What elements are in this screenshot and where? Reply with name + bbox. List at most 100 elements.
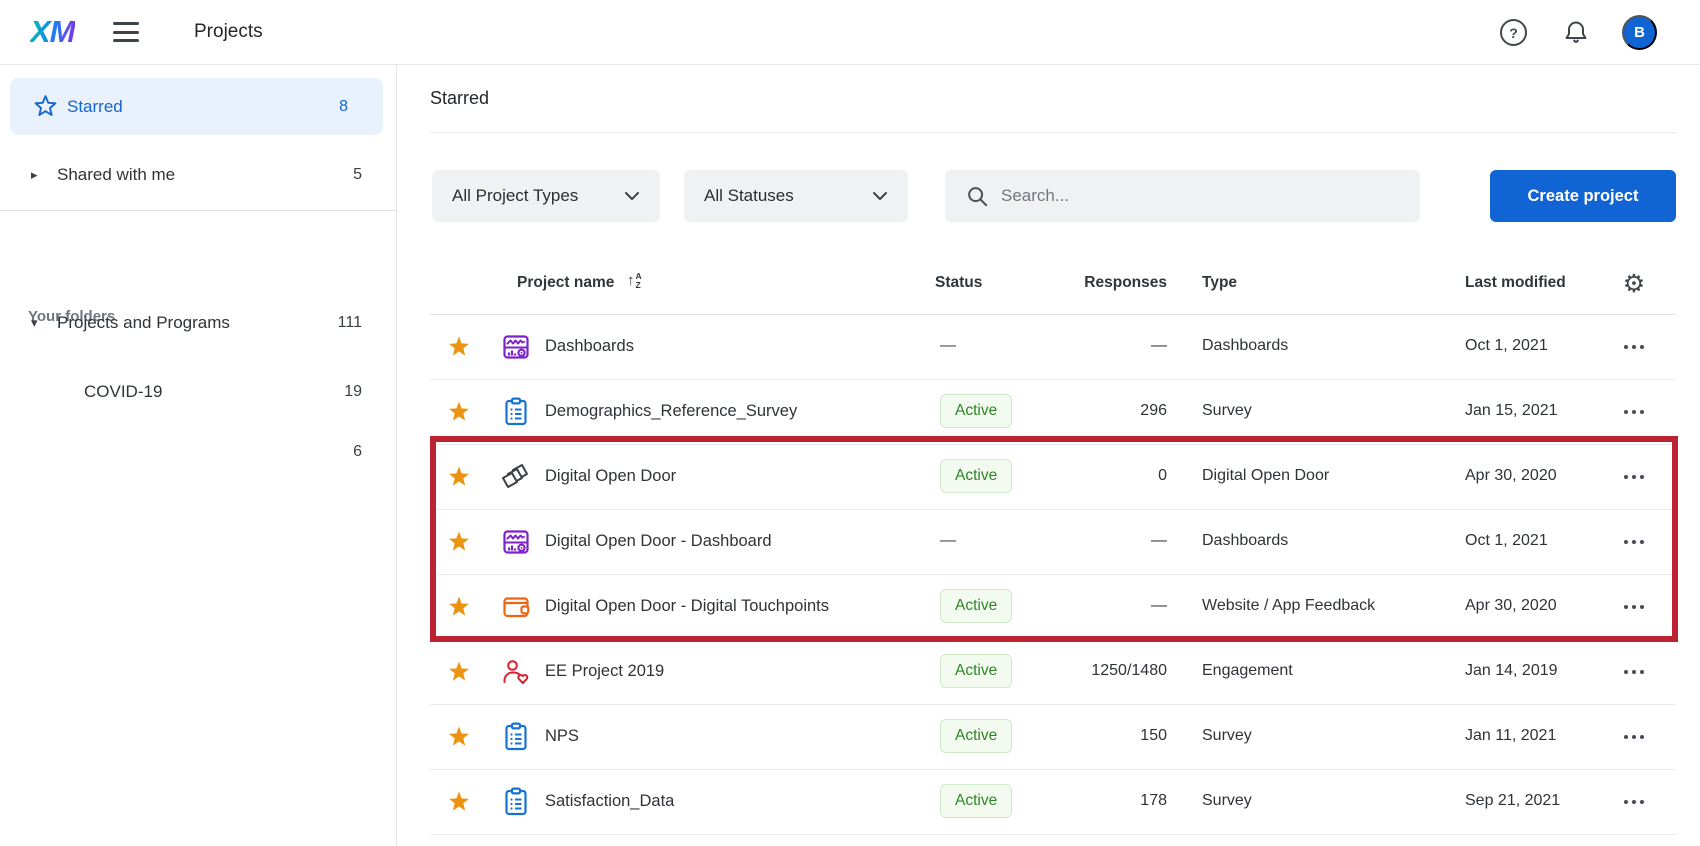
- survey-icon: [500, 786, 532, 818]
- responses-value: 178: [1040, 792, 1167, 810]
- sidebar-folder-projects-and-programs[interactable]: ▾ Projects and Programs 111: [0, 294, 397, 352]
- star-filled-icon: [448, 401, 470, 422]
- sidebar-item-count: 8: [339, 98, 348, 116]
- star-filled-icon: [448, 791, 470, 812]
- project-name-link[interactable]: Digital Open Door - Dashboard: [545, 532, 772, 551]
- row-actions-menu-button[interactable]: [1612, 335, 1656, 359]
- project-name-link[interactable]: NPS: [545, 727, 579, 746]
- star-icon[interactable]: [448, 791, 470, 813]
- type-value: Dashboards: [1202, 337, 1288, 355]
- project-type-icon: [500, 656, 532, 688]
- chevron-down-icon: [872, 190, 888, 202]
- hamburger-menu-button[interactable]: [112, 18, 140, 46]
- type-value: Survey: [1202, 402, 1252, 420]
- row-actions-menu-button[interactable]: [1612, 465, 1656, 489]
- project-type-icon: [500, 526, 532, 558]
- table-settings-gear-icon[interactable]: ⚙: [1618, 268, 1650, 300]
- responses-value: —: [1040, 337, 1167, 355]
- search-input[interactable]: [1001, 170, 1406, 222]
- column-header-responses[interactable]: Responses: [1040, 274, 1167, 292]
- status-filter-dropdown[interactable]: All Statuses: [684, 170, 908, 222]
- last-modified-value: Sep 21, 2021: [1465, 792, 1560, 810]
- last-modified-value: Jan 11, 2021: [1465, 727, 1556, 745]
- star-icon[interactable]: [448, 531, 470, 553]
- type-value: Dashboards: [1202, 532, 1288, 550]
- chevron-down-icon: [624, 190, 640, 202]
- status-filter-label: All Statuses: [704, 186, 794, 206]
- row-actions-menu-button[interactable]: [1612, 530, 1656, 554]
- sort-az-icon[interactable]: ↑AZ: [627, 272, 642, 290]
- project-type-icon: [500, 591, 532, 623]
- folder-count: 6: [353, 443, 362, 461]
- type-value: Engagement: [1202, 662, 1293, 680]
- engagement-icon: [500, 656, 532, 688]
- website-feedback-icon: [500, 591, 532, 623]
- star-filled-icon: [448, 466, 470, 487]
- sidebar-item-shared-with-me[interactable]: ▸ Shared with me 5: [0, 146, 397, 204]
- user-avatar[interactable]: B: [1622, 15, 1657, 50]
- responses-value: 296: [1040, 402, 1167, 420]
- project-name-link[interactable]: Digital Open Door - Digital Touchpoints: [545, 597, 829, 616]
- digital-open-door-icon: [500, 461, 532, 493]
- status-badge: Active: [940, 459, 1012, 493]
- sidebar-folder-covid-19[interactable]: COVID-19 19: [0, 363, 397, 421]
- row-actions-menu-button[interactable]: [1612, 790, 1656, 814]
- row-actions-menu-button[interactable]: [1612, 725, 1656, 749]
- survey-icon: [500, 721, 532, 753]
- type-value: Digital Open Door: [1202, 467, 1329, 485]
- responses-value: 150: [1040, 727, 1167, 745]
- star-filled-icon: [448, 336, 470, 357]
- row-actions-menu-button[interactable]: [1612, 660, 1656, 684]
- sidebar-folder-unnamed[interactable]: 6: [0, 423, 397, 481]
- row-actions-menu-button[interactable]: [1612, 400, 1656, 424]
- star-filled-icon: [448, 661, 470, 682]
- column-header-last-modified[interactable]: Last modified: [1465, 274, 1566, 292]
- last-modified-value: Jan 15, 2021: [1465, 402, 1558, 420]
- folder-count: 111: [338, 314, 362, 332]
- divider: [430, 132, 1676, 133]
- last-modified-value: Apr 30, 2020: [1465, 467, 1557, 485]
- star-icon[interactable]: [448, 401, 470, 423]
- project-type-icon: [500, 721, 532, 753]
- topbar: XM Projects ? B: [0, 0, 1700, 65]
- project-type-filter-dropdown[interactable]: All Project Types: [432, 170, 660, 222]
- responses-value: 0: [1040, 467, 1167, 485]
- star-icon[interactable]: [448, 661, 470, 683]
- responses-value: —: [1040, 597, 1167, 615]
- dashboard-icon: [500, 331, 532, 363]
- xm-logo[interactable]: XM: [30, 14, 75, 50]
- project-type-icon: [500, 331, 532, 363]
- survey-icon: [500, 396, 532, 428]
- last-modified-value: Oct 1, 2021: [1465, 532, 1548, 550]
- projects-page: XM Projects ? B Starred 8 ▸ Shared with …: [0, 0, 1700, 846]
- chevron-right-icon[interactable]: ▸: [31, 167, 38, 183]
- type-value: Survey: [1202, 727, 1252, 745]
- row-actions-menu-button[interactable]: [1612, 595, 1656, 619]
- column-header-project-name[interactable]: Project name: [517, 274, 614, 292]
- star-icon[interactable]: [448, 596, 470, 618]
- project-name-link[interactable]: EE Project 2019: [545, 662, 664, 681]
- sidebar-item-starred[interactable]: Starred 8: [10, 78, 383, 135]
- project-name-link[interactable]: Satisfaction_Data: [545, 792, 674, 811]
- project-name-link[interactable]: Demographics_Reference_Survey: [545, 402, 797, 421]
- project-name-link[interactable]: Digital Open Door: [545, 467, 676, 486]
- sidebar-item-label: Starred: [67, 97, 123, 117]
- notifications-bell-icon[interactable]: [1562, 18, 1590, 46]
- project-name-link[interactable]: Dashboards: [545, 337, 634, 356]
- chevron-down-icon[interactable]: ▾: [31, 315, 38, 331]
- responses-value: 1250/1480: [1040, 662, 1167, 680]
- page-title: Projects: [194, 21, 263, 43]
- star-icon[interactable]: [448, 336, 470, 358]
- search-icon: [965, 184, 989, 208]
- star-icon[interactable]: [448, 466, 470, 488]
- help-icon[interactable]: ?: [1500, 19, 1527, 46]
- sidebar-item-count: 5: [353, 166, 362, 184]
- project-type-filter-label: All Project Types: [452, 186, 578, 206]
- column-header-type[interactable]: Type: [1202, 274, 1237, 292]
- column-header-status[interactable]: Status: [935, 274, 982, 292]
- status-badge: Active: [940, 394, 1012, 428]
- create-project-button[interactable]: Create project: [1490, 170, 1676, 222]
- star-filled-icon: [448, 726, 470, 747]
- star-icon[interactable]: [448, 726, 470, 748]
- last-modified-value: Apr 30, 2020: [1465, 597, 1557, 615]
